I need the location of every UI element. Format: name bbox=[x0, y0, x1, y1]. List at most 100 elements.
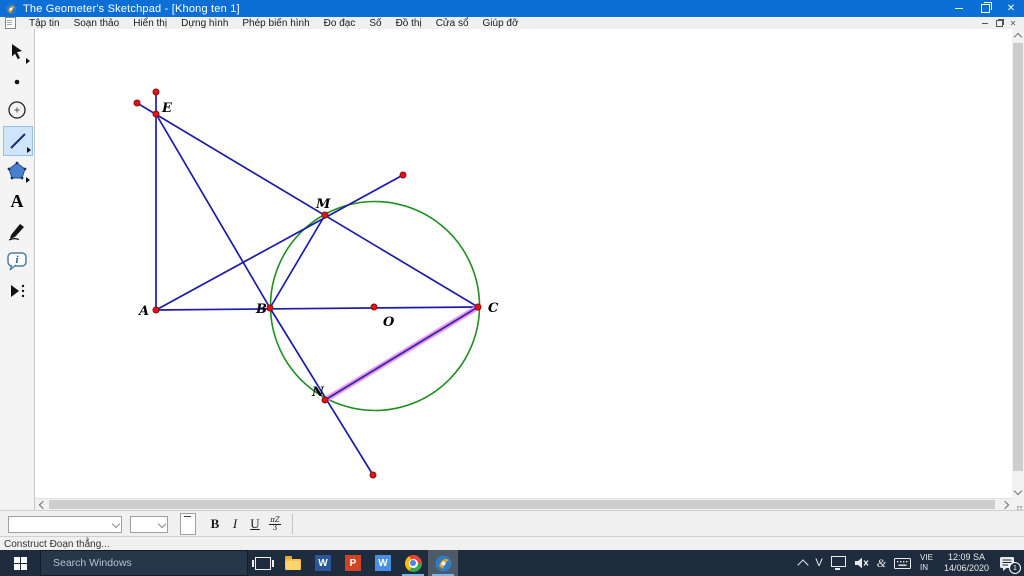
point-M[interactable] bbox=[321, 211, 329, 219]
tray-overflow-button[interactable] bbox=[795, 550, 811, 576]
child-restore-icon bbox=[995, 18, 1004, 27]
display-tray-icon[interactable] bbox=[827, 550, 850, 576]
polygon-tool[interactable] bbox=[3, 157, 31, 185]
status-bar: Construct Đoạn thẳng... bbox=[0, 536, 1024, 551]
chrome-icon bbox=[404, 554, 422, 572]
document-icon[interactable] bbox=[5, 17, 16, 29]
status-text: Construct Đoạn thẳng... bbox=[4, 538, 110, 550]
underline-button[interactable]: U bbox=[246, 514, 264, 534]
point-endpoint-top[interactable] bbox=[152, 88, 160, 96]
point-icon bbox=[14, 79, 20, 85]
restore-button[interactable] bbox=[972, 0, 998, 17]
tray-v-icon[interactable]: V bbox=[811, 550, 826, 576]
point-A[interactable] bbox=[152, 306, 160, 314]
line-E-M-C[interactable] bbox=[136, 102, 479, 308]
scroll-up-button[interactable] bbox=[1012, 29, 1024, 41]
polygon-icon bbox=[7, 161, 27, 180]
horizontal-scroll-thumb[interactable] bbox=[49, 500, 995, 509]
point-endpoint-ne[interactable] bbox=[399, 171, 407, 179]
menu-item-1[interactable]: Tập tin bbox=[22, 18, 67, 29]
font-family-combo[interactable] bbox=[8, 515, 122, 533]
tool-strip: A i bbox=[0, 29, 35, 510]
unikey-tray-icon[interactable]: & bbox=[873, 550, 890, 576]
info-bubble-icon: i bbox=[7, 252, 27, 271]
scroll-down-button[interactable] bbox=[1012, 486, 1024, 498]
label-O[interactable]: O bbox=[383, 315, 395, 330]
child-restore-button[interactable] bbox=[992, 18, 1006, 27]
search-windows-box[interactable]: Search Windows bbox=[40, 550, 248, 576]
wps-writer-button[interactable]: W bbox=[368, 550, 398, 576]
information-tool[interactable]: i bbox=[3, 247, 31, 275]
menu-item-10[interactable]: Giúp đỡ bbox=[476, 18, 526, 29]
chrome-button[interactable] bbox=[398, 550, 428, 576]
menu-item-3[interactable]: Hiển thị bbox=[126, 18, 174, 29]
menu-item-7[interactable]: Số bbox=[362, 18, 388, 29]
sketchpad-taskbar-button[interactable] bbox=[428, 550, 458, 576]
label-E[interactable]: E bbox=[161, 101, 173, 116]
point-C[interactable] bbox=[474, 303, 482, 311]
label-N[interactable]: N bbox=[311, 385, 325, 400]
bold-button[interactable]: B bbox=[206, 514, 224, 534]
geometry-sketch[interactable]: E M A B O C N bbox=[35, 29, 1012, 498]
start-button[interactable] bbox=[0, 550, 40, 576]
line-A-M[interactable] bbox=[155, 174, 404, 311]
vertical-scroll-thumb[interactable] bbox=[1013, 43, 1023, 471]
text-tool[interactable]: A bbox=[3, 187, 31, 215]
segment-B-M[interactable] bbox=[269, 214, 326, 309]
menu-item-8[interactable]: Đồ thị bbox=[389, 18, 429, 29]
font-size-combo[interactable] bbox=[130, 515, 168, 533]
clock[interactable]: 12:09 SA 14/06/2020 bbox=[938, 552, 995, 575]
segment-A-C[interactable] bbox=[155, 306, 479, 311]
marker-icon bbox=[8, 224, 24, 241]
flyout-arrow-icon bbox=[26, 58, 30, 64]
speaker-mute-icon bbox=[854, 557, 869, 569]
selection-arrow-tool[interactable] bbox=[3, 38, 31, 66]
color-swatch-button[interactable] bbox=[180, 513, 196, 535]
powerpoint-button[interactable]: P bbox=[338, 550, 368, 576]
scroll-left-button[interactable] bbox=[35, 499, 47, 510]
close-button[interactable]: ✕ bbox=[998, 0, 1024, 17]
volume-muted-icon[interactable] bbox=[850, 550, 873, 576]
menu-item-2[interactable]: Soạn thảo bbox=[67, 18, 127, 29]
word-icon: W bbox=[315, 555, 331, 571]
scroll-right-button[interactable] bbox=[1000, 499, 1012, 510]
language-indicator[interactable]: VIE IN bbox=[915, 553, 938, 573]
language-top: VIE bbox=[920, 553, 933, 562]
word-button[interactable]: W bbox=[308, 550, 338, 576]
menu-item-9[interactable]: Cửa sổ bbox=[429, 18, 476, 29]
child-close-button[interactable]: ✕ bbox=[1006, 19, 1020, 28]
point-tool[interactable] bbox=[3, 68, 31, 96]
compass-tool[interactable] bbox=[3, 96, 31, 124]
point-O[interactable] bbox=[370, 303, 378, 311]
flyout-arrow-icon bbox=[27, 147, 31, 153]
math-notation-button[interactable]: πΖ 3 bbox=[266, 514, 284, 534]
point-B[interactable] bbox=[266, 304, 274, 312]
custom-tool[interactable] bbox=[3, 277, 31, 305]
segment-icon bbox=[10, 133, 26, 149]
point-endpoint-left[interactable] bbox=[133, 99, 141, 107]
system-tray: V & VIE IN 12:09 SA 14/06/2020 1 bbox=[795, 550, 1024, 576]
label-A[interactable]: A bbox=[137, 304, 149, 319]
menu-item-4[interactable]: Dựng hình bbox=[174, 18, 235, 29]
straightedge-tool[interactable] bbox=[3, 126, 33, 156]
point-E[interactable] bbox=[152, 110, 160, 118]
label-M[interactable]: M bbox=[315, 197, 331, 212]
menu-item-6[interactable]: Đo đạc bbox=[317, 18, 363, 29]
action-center-button[interactable]: 1 bbox=[995, 550, 1024, 576]
point-endpoint-se[interactable] bbox=[369, 471, 377, 479]
file-explorer-button[interactable] bbox=[278, 550, 308, 576]
touch-keyboard-icon[interactable] bbox=[890, 550, 915, 576]
resize-grip[interactable] bbox=[1012, 498, 1024, 510]
italic-button[interactable]: I bbox=[226, 514, 244, 534]
child-minimize-button[interactable] bbox=[978, 22, 992, 24]
sketch-canvas[interactable]: E M A B O C N bbox=[35, 29, 1012, 498]
label-C[interactable]: C bbox=[488, 301, 499, 316]
minimize-button[interactable] bbox=[946, 0, 972, 17]
menu-item-5[interactable]: Phép biến hình bbox=[235, 18, 316, 29]
vertical-scrollbar[interactable] bbox=[1012, 29, 1024, 498]
task-view-button[interactable] bbox=[248, 550, 278, 576]
marker-tool[interactable] bbox=[3, 217, 31, 245]
monitor-icon bbox=[830, 556, 846, 569]
label-B[interactable]: B bbox=[255, 302, 267, 317]
segment-N-C[interactable] bbox=[324, 306, 479, 401]
